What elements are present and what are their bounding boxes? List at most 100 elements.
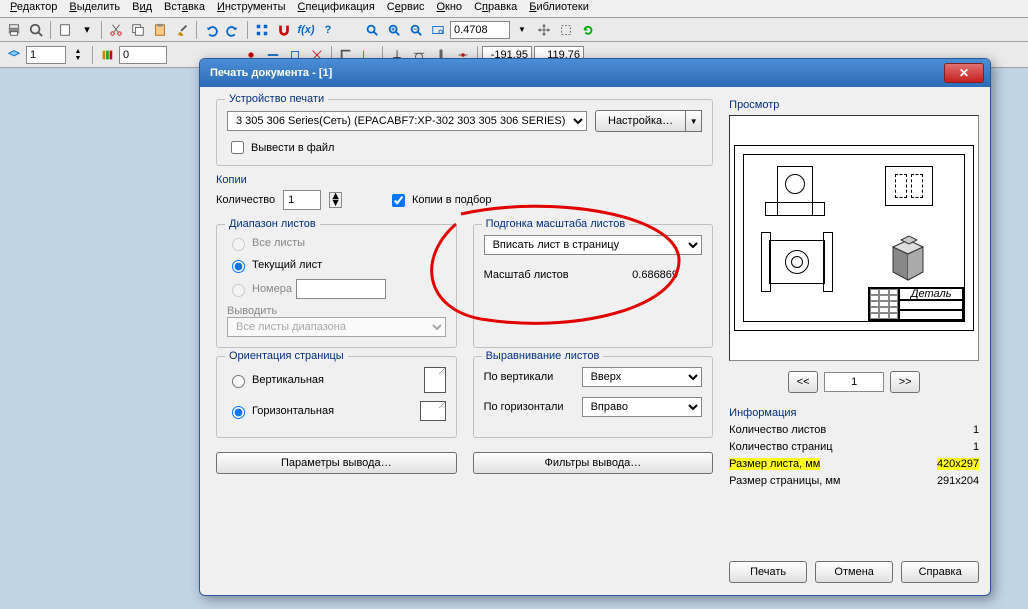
preview-drawing: Деталь — [734, 145, 974, 331]
page-size-value: 291x204 — [937, 475, 979, 487]
titleblock-label: Деталь — [899, 288, 963, 300]
range-group: Диапазон листов Все листы Текущий лист Н… — [216, 224, 457, 348]
cancel-button[interactable]: Отмена — [815, 561, 893, 583]
menu-tools[interactable]: Инструменты — [211, 0, 292, 17]
menu-select[interactable]: Выделить — [63, 0, 126, 17]
page-count-value: 1 — [973, 441, 979, 453]
device-label: Устройство печати — [225, 93, 328, 105]
zoom-fit-icon[interactable] — [362, 20, 382, 40]
orient-group: Ориентация страницы Вертикальная Горизон… — [216, 356, 457, 438]
layer-icon[interactable] — [4, 45, 24, 65]
layer-input[interactable] — [26, 46, 66, 64]
sheet-count-label: Количество листов — [729, 424, 826, 436]
undo-icon[interactable] — [201, 20, 221, 40]
next-page-button[interactable]: >> — [890, 371, 920, 393]
cut-icon[interactable] — [106, 20, 126, 40]
small-input[interactable] — [119, 46, 167, 64]
info-section: Информация Количество листов 1 Количеств… — [729, 407, 979, 492]
output-to-file-input[interactable] — [231, 141, 244, 154]
print-dialog: Печать документа - [1] ✕ Устройство печа… — [199, 58, 991, 596]
v-align-dropdown[interactable]: Вверх — [582, 367, 703, 387]
help-icon[interactable]: ? — [318, 20, 338, 40]
menu-insert[interactable]: Вставка — [158, 0, 211, 17]
h-align-dropdown[interactable]: Вправо — [582, 397, 703, 417]
refresh-icon[interactable] — [578, 20, 598, 40]
page-num-input[interactable] — [824, 372, 884, 392]
numbers-radio: Номера — [227, 279, 446, 299]
device-group: Устройство печати 3 305 306 Series(Сеть)… — [216, 99, 713, 166]
paste-icon[interactable] — [150, 20, 170, 40]
output-label: Выводить — [227, 305, 446, 317]
zoom-out-icon[interactable] — [406, 20, 426, 40]
combo-arrow-icon[interactable]: ▼ — [512, 20, 532, 40]
portrait-icon — [424, 367, 446, 393]
output-params-button[interactable]: Параметры вывода… — [216, 452, 457, 474]
align-label: Выравнивание листов — [482, 350, 604, 362]
vertical-radio[interactable]: Вертикальная — [227, 367, 446, 393]
grid-icon[interactable] — [252, 20, 272, 40]
menu-window[interactable]: Окно — [430, 0, 468, 17]
print-icon[interactable] — [4, 20, 24, 40]
menu-service[interactable]: Сервис — [381, 0, 431, 17]
fit-dropdown[interactable]: Вписать лист в страницу — [484, 235, 703, 255]
help-button[interactable]: Справка — [901, 561, 979, 583]
prev-page-button[interactable]: << — [788, 371, 818, 393]
qty-label: Количество — [216, 194, 275, 206]
menu-help[interactable]: Справка — [468, 0, 523, 17]
magnet-icon[interactable] — [274, 20, 294, 40]
fx-icon[interactable]: f(x) — [296, 20, 316, 40]
preview-icon[interactable] — [26, 20, 46, 40]
qty-spinner[interactable]: ▲▼ — [329, 192, 342, 208]
zoom-input[interactable] — [450, 21, 510, 39]
output-dropdown: Все листы диапазона — [227, 317, 446, 337]
menu-spec[interactable]: Спецификация — [292, 0, 381, 17]
dialog-title: Печать документа - [1] — [210, 67, 944, 79]
copies-group: Копии Количество ▲▼ Копии в подбор — [216, 174, 713, 216]
collate-input[interactable] — [392, 194, 405, 207]
v-align-label: По вертикали — [484, 371, 574, 383]
copy-icon[interactable] — [128, 20, 148, 40]
redo-icon[interactable] — [223, 20, 243, 40]
numbers-input — [296, 279, 386, 299]
zoom-in-icon[interactable] — [384, 20, 404, 40]
layer-dropdown-icon[interactable]: ▾ — [77, 20, 97, 40]
menu-view[interactable]: Вид — [126, 0, 158, 17]
menubar: Редактор Выделить Вид Вставка Инструмент… — [0, 0, 1028, 18]
align-group: Выравнивание листов По вертикали Вверх П… — [473, 356, 714, 438]
scale-label: Масштаб листов — [484, 269, 625, 281]
sheet-count-value: 1 — [973, 424, 979, 436]
menu-libs[interactable]: Библиотеки — [523, 0, 595, 17]
current-sheet-radio[interactable]: Текущий лист — [227, 257, 446, 273]
pan-icon[interactable] — [534, 20, 554, 40]
page-size-label: Размер страницы, мм — [729, 475, 840, 487]
output-filters-button[interactable]: Фильтры вывода… — [473, 452, 714, 474]
config-dropdown-arrow[interactable]: ▼ — [686, 110, 702, 132]
preview-area: Деталь — [729, 115, 979, 361]
print-button[interactable]: Печать — [729, 561, 807, 583]
scale-value: 0.686869 — [632, 269, 702, 281]
qty-input[interactable] — [283, 190, 321, 210]
brush-icon[interactable] — [172, 20, 192, 40]
books-icon[interactable] — [97, 45, 117, 65]
dialog-titlebar[interactable]: Печать документа - [1] ✕ — [200, 59, 990, 87]
fit-group: Подгонка масштаба листов Вписать лист в … — [473, 224, 714, 348]
orient-label: Ориентация страницы — [225, 350, 348, 362]
preview-label: Просмотр — [729, 99, 979, 111]
zoom-extents-icon[interactable] — [556, 20, 576, 40]
workspace-background — [0, 68, 200, 609]
landscape-icon — [420, 401, 446, 421]
menu-editor[interactable]: Редактор — [4, 0, 63, 17]
collate-checkbox[interactable]: Копии в подбор — [388, 191, 492, 210]
zoom-window-icon[interactable] — [428, 20, 448, 40]
spinner-icon[interactable]: ▲▼ — [68, 45, 88, 65]
doc-icon[interactable] — [55, 20, 75, 40]
config-button[interactable]: Настройка… — [595, 110, 686, 132]
preview-section: Просмотр — [729, 99, 979, 393]
output-to-file-checkbox[interactable]: Вывести в файл — [227, 138, 702, 157]
fit-label: Подгонка масштаба листов — [482, 218, 630, 230]
copies-label: Копии — [216, 174, 713, 186]
printer-dropdown[interactable]: 3 305 306 Series(Сеть) (EPACABF7:XP-302 … — [227, 111, 587, 131]
all-sheets-radio: Все листы — [227, 235, 446, 251]
close-button[interactable]: ✕ — [944, 63, 984, 83]
horizontal-radio[interactable]: Горизонтальная — [227, 401, 446, 421]
